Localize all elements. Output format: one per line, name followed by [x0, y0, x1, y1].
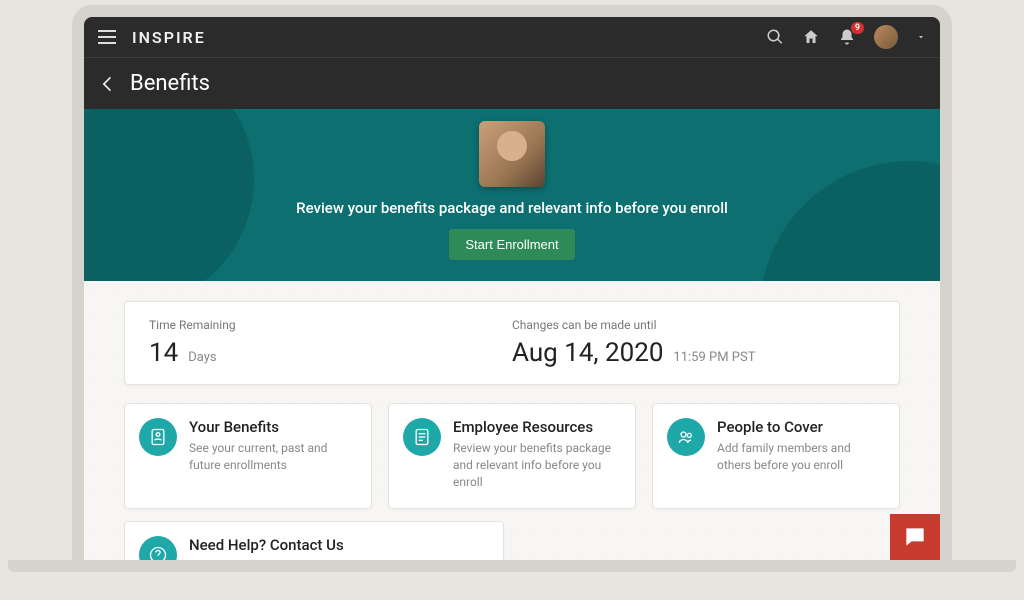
- user-avatar-small[interactable]: [874, 25, 898, 49]
- subheader: Benefits: [84, 57, 940, 109]
- brand-logo[interactable]: INSPIRE: [132, 28, 206, 47]
- document-icon: [403, 418, 441, 456]
- chat-fab[interactable]: [890, 514, 940, 560]
- topbar: INSPIRE 9: [84, 17, 940, 57]
- page-title: Benefits: [130, 71, 210, 96]
- app-screen: INSPIRE 9 Benefits: [84, 17, 940, 560]
- laptop-frame: INSPIRE 9 Benefits: [0, 0, 1024, 600]
- home-icon[interactable]: [802, 28, 820, 46]
- benefits-card-icon: [139, 418, 177, 456]
- hamburger-menu-icon[interactable]: [98, 26, 120, 48]
- search-icon[interactable]: [766, 28, 784, 46]
- time-remaining-value: 14: [149, 338, 178, 368]
- notification-badge: 9: [851, 22, 864, 34]
- chevron-down-icon[interactable]: [916, 32, 926, 42]
- tile-people-to-cover[interactable]: People to Cover Add family members and o…: [652, 403, 900, 509]
- content-area: Time Remaining 14 Days Changes can be ma…: [84, 281, 940, 560]
- tile-desc: Add family members and others before you…: [717, 440, 885, 474]
- time-remaining-unit: Days: [188, 350, 216, 365]
- tile-desc: See your current, past and future enroll…: [189, 440, 357, 474]
- hero-headline: Review your benefits package and relevan…: [296, 199, 728, 217]
- laptop-base: [8, 560, 1016, 572]
- start-enrollment-button[interactable]: Start Enrollment: [449, 229, 574, 260]
- time-remaining-label: Time Remaining: [149, 318, 512, 332]
- tile-title: Your Benefits: [189, 418, 357, 436]
- tile-title: People to Cover: [717, 418, 885, 436]
- hero-banner: Review your benefits package and relevan…: [84, 109, 940, 281]
- deadline-time: 11:59 PM PST: [673, 350, 755, 365]
- tile-employee-resources[interactable]: Employee Resources Review your benefits …: [388, 403, 636, 509]
- back-chevron-icon[interactable]: [98, 74, 118, 94]
- tile-row: Your Benefits See your current, past and…: [124, 403, 900, 509]
- deadline-column: Changes can be made until Aug 14, 2020 1…: [512, 318, 875, 368]
- time-remaining-column: Time Remaining 14 Days: [149, 318, 512, 368]
- deadline-card: Time Remaining 14 Days Changes can be ma…: [124, 301, 900, 385]
- tile-title: Need Help? Contact Us: [189, 536, 344, 554]
- tile-need-help[interactable]: Need Help? Contact Us: [124, 521, 504, 560]
- help-icon: [139, 536, 177, 560]
- people-icon: [667, 418, 705, 456]
- tile-title: Employee Resources: [453, 418, 621, 436]
- deadline-date: Aug 14, 2020: [512, 338, 663, 368]
- tile-your-benefits[interactable]: Your Benefits See your current, past and…: [124, 403, 372, 509]
- topbar-right-cluster: 9: [766, 25, 926, 49]
- chat-bubble-icon: [902, 524, 928, 550]
- notifications-button[interactable]: 9: [838, 28, 856, 46]
- deadline-label: Changes can be made until: [512, 318, 875, 332]
- laptop-bezel: INSPIRE 9 Benefits: [72, 5, 952, 560]
- user-avatar-large: [479, 121, 545, 187]
- tile-desc: Review your benefits package and relevan…: [453, 440, 621, 490]
